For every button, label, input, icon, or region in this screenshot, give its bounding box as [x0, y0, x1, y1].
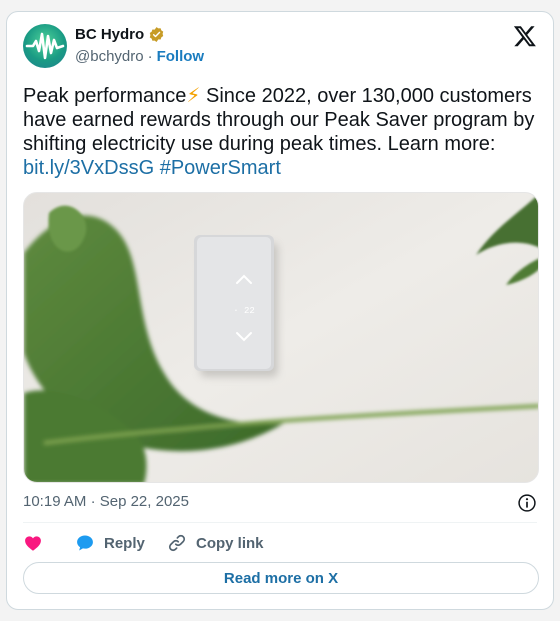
tweet-date[interactable]: Sep 22, 2025 [100, 493, 189, 510]
reply-bubble-icon [77, 535, 93, 551]
info-icon[interactable] [517, 493, 537, 513]
hashtag-link[interactable]: #PowerSmart [160, 157, 281, 179]
tweet-text: Peak performance⚡ Since 2022, over 130,0… [23, 84, 543, 180]
tweet-image[interactable]: · 22 [23, 192, 539, 483]
timestamp-row: 10:19 AM · Sep 22, 2025 [23, 493, 537, 513]
handle-separator: · [147, 48, 153, 65]
follow-button[interactable]: Follow [157, 48, 205, 65]
reply-button[interactable]: Reply [75, 533, 167, 553]
tweet-card: BC Hydro @bchydro · Follow Peak performa… [6, 11, 554, 610]
time-separator: · [90, 493, 96, 510]
thermostat-photo: · 22 [24, 193, 538, 482]
author-handle-row: @bchydro · Follow [75, 48, 204, 65]
x-logo-icon[interactable] [513, 24, 537, 48]
heart-icon [25, 536, 41, 551]
tweet-actions: Reply Copy link [23, 532, 264, 554]
bc-hydro-logo-icon[interactable] [23, 24, 67, 68]
copy-link-button[interactable]: Copy link [167, 533, 264, 553]
lightning-emoji: ⚡ [186, 85, 201, 107]
reply-label: Reply [104, 534, 145, 552]
copy-link-label: Copy link [196, 534, 264, 552]
link-icon [168, 534, 186, 552]
tweet-header: BC Hydro @bchydro · Follow [23, 24, 537, 68]
author-display-name[interactable]: BC Hydro [75, 26, 144, 43]
svg-text:· 22: · 22 [233, 306, 255, 316]
like-button[interactable] [23, 533, 75, 553]
tweet-link[interactable]: bit.ly/3VxDssG [23, 157, 154, 179]
tweet-time[interactable]: 10:19 AM [23, 493, 86, 510]
divider [23, 522, 537, 523]
verified-badge-icon [149, 27, 164, 42]
author-name-row: BC Hydro [75, 26, 165, 43]
tweet-text-part1: Peak performance [23, 85, 187, 107]
read-more-button[interactable]: Read more on X [23, 562, 539, 594]
author-handle[interactable]: @bchydro [75, 48, 144, 65]
